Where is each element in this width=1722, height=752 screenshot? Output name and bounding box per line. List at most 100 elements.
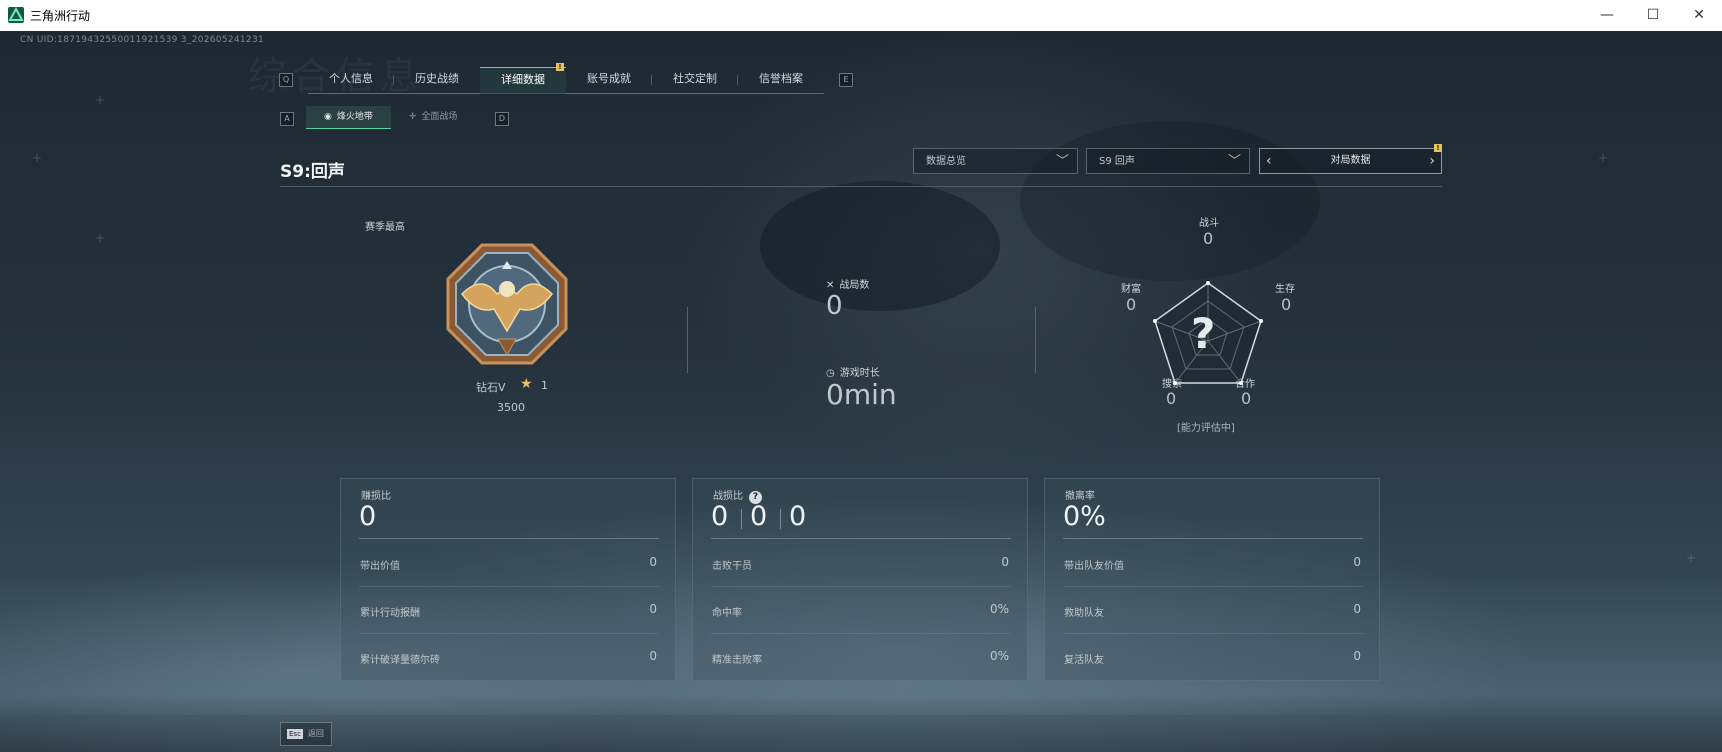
stat-key: 精准击败率 <box>712 655 762 666</box>
stat-key: 救助队友 <box>1064 608 1104 619</box>
season-best-label: 赛季最高 <box>365 222 405 233</box>
back-button[interactable]: Esc 返回 <box>280 722 332 746</box>
stat-value: 0 <box>649 602 657 616</box>
grid-plus-icon: + <box>95 93 106 107</box>
background-shape <box>760 181 1000 311</box>
chevron-down-icon: ﹀ <box>1055 154 1069 169</box>
tab-label: 详细数据 <box>501 73 545 86</box>
game-view: CN UID:18719432550011921539 3_2026052412… <box>0 31 1722 752</box>
stat-key: 带出队友价值 <box>1064 561 1124 572</box>
tab-credit-record[interactable]: 信誉档案 <box>738 67 824 93</box>
season-dropdown[interactable]: S9 回声 ﹀ <box>1086 148 1250 174</box>
stat-value: 0 <box>649 649 657 663</box>
tab-detailed-data[interactable]: 详细数据 <box>480 67 566 94</box>
stat-value: 0% <box>989 649 1009 663</box>
stat-row: 击败干员 0 <box>711 539 1011 587</box>
tab-match-history[interactable]: 历史战绩 <box>394 67 480 93</box>
app-logo-icon <box>8 7 24 23</box>
stat-key: 复活队友 <box>1064 655 1104 666</box>
divider <box>1035 307 1036 373</box>
bottom-bar <box>0 715 1722 752</box>
grid-plus-icon: + <box>1598 151 1609 165</box>
dropdown-value: 数据总览 <box>926 156 966 167</box>
stat-value: 0 <box>1353 602 1361 616</box>
ability-evaluating-note: [能力评估中] <box>1177 423 1235 434</box>
maximize-button[interactable]: ☐ <box>1630 0 1676 31</box>
ability-radar-chart: ? <box>1143 271 1273 401</box>
tab-social-custom[interactable]: 社交定制 <box>652 67 738 93</box>
grid-plus-icon: + <box>1686 551 1697 565</box>
crossed-swords-icon: ✕ <box>826 280 835 291</box>
crosshair-icon: ✛ <box>408 112 417 122</box>
rank-star-count: 1 <box>541 379 548 392</box>
stat-value: 0 <box>649 555 657 569</box>
esc-key-icon: Esc <box>287 728 303 739</box>
kd-value: 0 <box>750 501 768 532</box>
radar-combat-label: 战斗 <box>1199 218 1219 229</box>
stat-row: 累计行动报酬 0 <box>359 586 659 634</box>
stat-value: 0% <box>989 602 1009 616</box>
stat-row: 累计破译量德尔砖 0 <box>359 633 659 680</box>
tab-label: 账号成就 <box>587 72 631 85</box>
tab-personal-info[interactable]: 个人信息 <box>308 67 394 93</box>
chevron-right-icon[interactable]: › <box>1429 149 1435 173</box>
stat-key: 命中率 <box>712 608 742 619</box>
match-data-pager[interactable]: ‹ 对局数据 › <box>1259 148 1442 174</box>
chevron-left-icon[interactable]: ‹ <box>1266 149 1272 173</box>
profit-panel: 赚损比 0 带出价值 0 累计行动报酬 0 累计破译量德尔砖 0 <box>340 478 676 681</box>
radar-combat-value: 0 <box>1203 229 1214 248</box>
playtime-value: 0min <box>826 378 897 411</box>
radar-survival-label: 生存 <box>1275 284 1295 295</box>
close-button[interactable]: ✕ <box>1676 0 1722 31</box>
pager-label: 对局数据 <box>1330 155 1371 166</box>
subtab-fire-zone[interactable]: ◉ 烽火地带 <box>306 106 391 129</box>
matches-label: 战局数 <box>839 280 870 291</box>
tab-achievements[interactable]: 账号成就 <box>566 67 652 93</box>
subnav-next-key[interactable]: D <box>495 112 509 126</box>
nav-next-key[interactable]: E <box>839 73 853 87</box>
stat-row: 精准击败率 0% <box>711 633 1011 680</box>
tab-label: 个人信息 <box>329 72 373 85</box>
season-title: S9:回声 <box>280 162 345 182</box>
stat-row: 带出价值 0 <box>359 539 659 587</box>
sub-nav: ◉ 烽火地带 ✛ 全面战场 <box>306 106 475 129</box>
panel-value: 0 <box>359 501 377 532</box>
rank-score: 3500 <box>497 401 525 414</box>
dropdown-value: S9 回声 <box>1099 156 1135 167</box>
matches-label-group: ✕ 战局数 <box>826 276 869 291</box>
window-titlebar: 三角洲行动 — ☐ ✕ <box>0 0 1722 32</box>
data-overview-dropdown[interactable]: 数据总览 ﹀ <box>913 148 1078 174</box>
uid-text: CN UID:18719432550011921539 3_2026052412… <box>20 35 265 45</box>
panel-title: 撤离率 <box>1065 491 1095 502</box>
minimize-button[interactable]: — <box>1584 0 1630 31</box>
nav-prev-key[interactable]: Q <box>279 73 293 87</box>
eye-icon: ◉ <box>324 112 332 122</box>
subtab-label: 烽火地带 <box>336 112 373 122</box>
subtab-label: 全面战场 <box>421 112 458 122</box>
extract-panel: 撤离率 0% 带出队友价值 0 救助队友 0 复活队友 0 <box>1044 478 1380 681</box>
tab-label: 历史战绩 <box>415 72 459 85</box>
stat-value: 0 <box>1001 555 1009 569</box>
main-nav: 个人信息 历史战绩 详细数据 账号成就 社交定制 信誉档案 <box>308 67 824 94</box>
tab-label: 社交定制 <box>673 72 717 85</box>
back-label: 返回 <box>307 729 324 738</box>
background-shape <box>1020 121 1320 281</box>
kd-panel: 战损比? 0 0 0 击败干员 0 命中率 0% 精准击败率 0% <box>692 478 1028 681</box>
stat-value: 0 <box>1353 649 1361 663</box>
subnav-prev-key[interactable]: A <box>280 112 294 126</box>
panel-title: 赚损比 <box>361 491 391 502</box>
stat-key: 累计破译量德尔砖 <box>360 655 440 666</box>
playtime-label-group: ◷ 游戏时长 <box>826 364 880 379</box>
stat-row: 命中率 0% <box>711 586 1011 634</box>
stat-row: 复活队友 0 <box>1063 633 1363 680</box>
panel-value: 0% <box>1063 501 1106 532</box>
stat-value: 0 <box>1353 555 1361 569</box>
divider <box>741 509 742 529</box>
notification-badge: ! <box>556 63 564 71</box>
notification-badge: ! <box>1434 144 1442 152</box>
kd-value: 0 <box>711 501 729 532</box>
subtab-full-battlefield[interactable]: ✛ 全面战场 <box>391 106 476 128</box>
tab-label: 信誉档案 <box>759 72 803 85</box>
radar-wealth-label: 财富 <box>1121 284 1141 295</box>
rank-medal-icon <box>442 239 572 369</box>
